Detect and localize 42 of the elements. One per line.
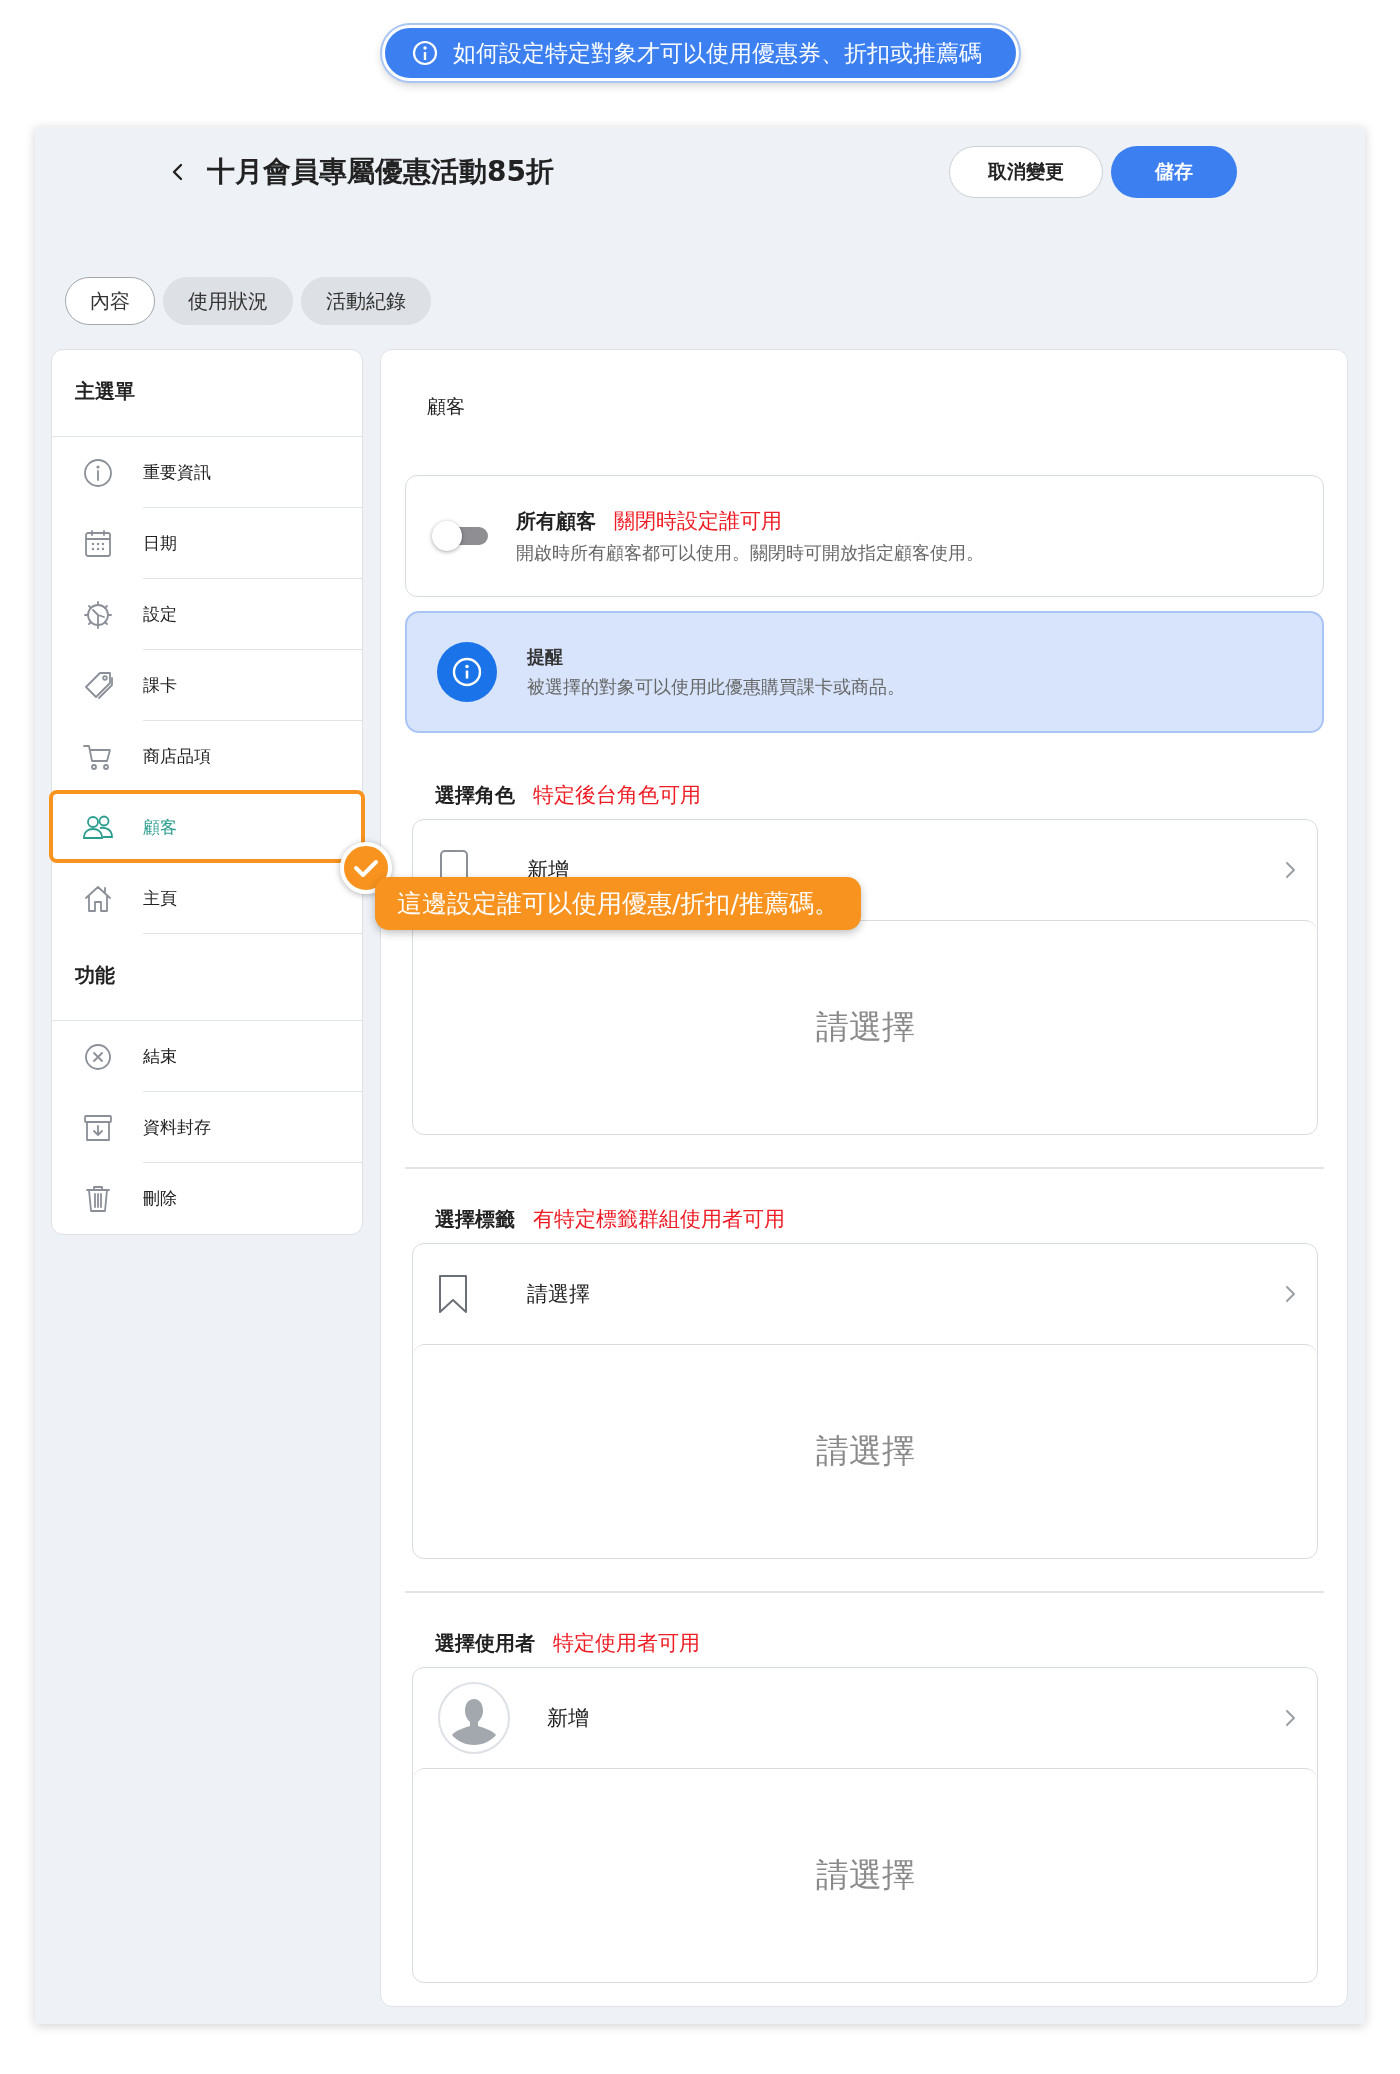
callout-tooltip: 這邊設定誰可以使用優惠/折扣/推薦碼。 — [375, 877, 861, 930]
avatar-icon — [437, 1681, 511, 1755]
section-label: 選擇使用者 — [435, 1629, 535, 1657]
bookmark-icon — [437, 1273, 469, 1315]
info-icon — [81, 456, 114, 489]
banner-text: 如何設定特定對象才可以使用優惠券、折扣或推薦碼 — [452, 38, 982, 68]
alert-text: 被選擇的對象可以使用此優惠購買課卡或商品。 — [527, 675, 905, 699]
alert-title: 提醒 — [527, 645, 564, 669]
settings-icon — [81, 598, 114, 631]
info-icon — [410, 39, 439, 67]
menu-item[interactable]: 結束 — [52, 1021, 362, 1092]
panel-title: 顧客 — [426, 394, 466, 419]
toggle-label: 所有顧客 — [516, 507, 596, 535]
menu-item[interactable]: 商店品項 — [52, 721, 362, 792]
annotation-text: 特定後台角色可用 — [533, 782, 701, 809]
selector-row[interactable]: 新增 — [413, 1668, 1317, 1768]
cancel-button[interactable]: 取消變更 — [949, 146, 1103, 198]
toggle-description: 開啟時所有顧客都可以使用。關閉時可開放指定顧客使用。 — [516, 541, 984, 565]
tab[interactable]: 使用狀況 — [163, 277, 293, 325]
menu-item[interactable]: 日期 — [52, 508, 362, 579]
menu-section-title: 功能 — [75, 963, 115, 987]
tab[interactable]: 內容 — [65, 277, 155, 325]
menu-item[interactable]: 課卡 — [52, 650, 362, 721]
chevron-right-icon — [1284, 1285, 1297, 1303]
section-label: 選擇角色 — [435, 781, 515, 809]
menu-item[interactable]: 資料封存 — [52, 1092, 362, 1163]
page-title: 十月會員專屬優惠活動85折 — [207, 154, 555, 190]
selector-row[interactable]: 請選擇 — [413, 1244, 1317, 1344]
toggle-switch[interactable] — [432, 519, 490, 553]
chevron-right-icon — [1284, 861, 1297, 879]
chevron-right-icon — [1284, 1709, 1297, 1727]
menu-item[interactable]: 設定 — [52, 579, 362, 650]
annotation-text: 關閉時設定誰可用 — [614, 508, 782, 535]
annotation-text: 有特定標籤群組使用者可用 — [533, 1206, 785, 1233]
menu-section-title: 主選單 — [75, 379, 135, 403]
annotation-text: 特定使用者可用 — [553, 1630, 700, 1657]
menu-item[interactable]: 刪除 — [52, 1163, 362, 1234]
menu-item[interactable]: 重要資訊 — [52, 437, 362, 508]
section-label: 選擇標籤 — [435, 1205, 515, 1233]
info-icon — [437, 642, 497, 702]
tab[interactable]: 活動紀錄 — [301, 277, 431, 325]
save-button[interactable]: 儲存 — [1111, 146, 1237, 198]
